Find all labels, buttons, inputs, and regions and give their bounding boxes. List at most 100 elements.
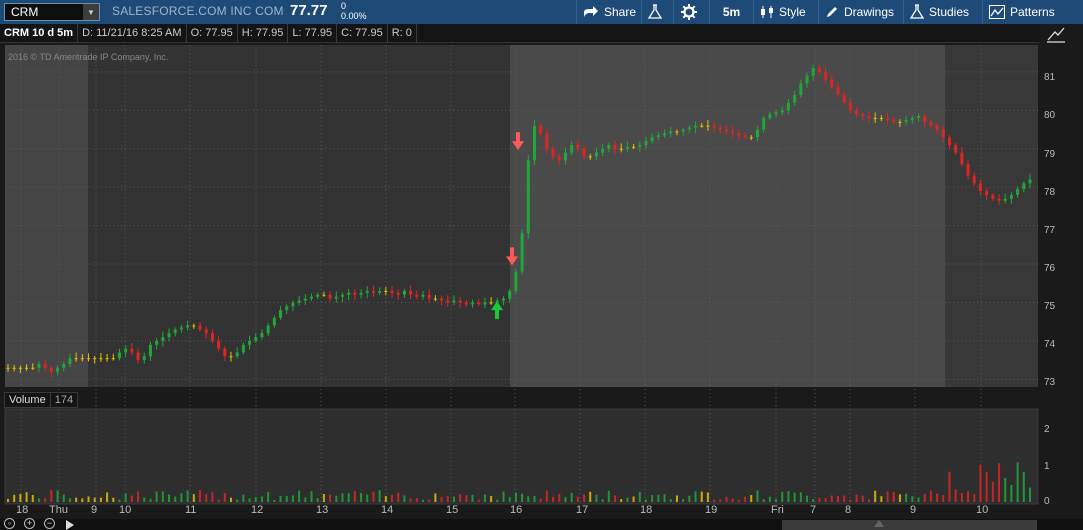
candle	[25, 367, 29, 369]
candle	[774, 112, 778, 115]
volume-bar	[638, 491, 641, 502]
volume-bar	[1010, 484, 1013, 502]
settings-button[interactable]	[673, 0, 709, 24]
volume-pane-bg	[4, 408, 1039, 505]
volume-bar	[360, 492, 363, 502]
volume-bar	[669, 499, 672, 502]
volume-bar	[298, 490, 301, 502]
candle	[669, 131, 673, 134]
zoom-in-icon[interactable]: +	[24, 518, 35, 529]
volume-bar	[527, 496, 530, 502]
zoom-fit-icon[interactable]: ◦	[4, 518, 15, 529]
candle	[824, 71, 828, 80]
time-axis-label: 11	[185, 504, 197, 516]
candle	[136, 352, 140, 361]
volume-axis-label: 0	[1044, 496, 1050, 507]
volume-bar	[737, 499, 740, 502]
zoom-out-icon[interactable]: −	[44, 518, 55, 529]
candle	[1009, 194, 1013, 199]
candle	[6, 367, 10, 369]
chevron-down-icon[interactable]: ▼	[83, 4, 99, 20]
volume-bar	[948, 471, 951, 502]
candle	[427, 294, 431, 299]
candle	[402, 290, 406, 295]
volume-bar	[911, 496, 914, 502]
volume-bar	[706, 492, 709, 502]
volume-bar	[291, 495, 294, 502]
candle	[365, 290, 369, 293]
candle	[384, 290, 388, 292]
price-chart[interactable]	[0, 0, 1083, 530]
volume-bar	[7, 498, 9, 502]
candle	[712, 125, 716, 128]
flask-button[interactable]	[641, 0, 673, 24]
candle	[477, 302, 481, 305]
volume-bar	[446, 496, 449, 502]
share-button[interactable]: Share	[576, 0, 642, 24]
volume-bar	[1029, 487, 1031, 502]
scrollbar-thumb[interactable]	[782, 520, 1037, 530]
candle	[409, 290, 413, 295]
studies-button[interactable]: Studies	[903, 0, 975, 24]
volume-label[interactable]: Volume	[4, 391, 51, 408]
candle	[656, 135, 660, 138]
chart-title[interactable]: CRM 10 d 5m	[0, 23, 79, 43]
price-axis-panel	[1040, 24, 1083, 530]
candle	[718, 127, 722, 130]
interval-button[interactable]: 5m	[709, 0, 753, 24]
candle	[960, 152, 964, 165]
candle	[755, 129, 759, 138]
candle	[12, 367, 16, 369]
volume-bar	[254, 497, 257, 502]
candle	[148, 344, 152, 357]
candle	[879, 118, 883, 120]
candle	[310, 296, 314, 299]
volume-bar	[384, 496, 387, 502]
volume-bar	[874, 490, 877, 502]
style-button[interactable]: Style	[753, 0, 812, 24]
symbol-input[interactable]	[5, 5, 81, 19]
volume-bar	[824, 497, 827, 502]
candle	[1016, 189, 1020, 195]
candle	[687, 127, 691, 130]
volume-bar	[601, 499, 604, 502]
volume-bar	[787, 491, 790, 502]
volume-bar	[843, 495, 846, 502]
candle	[43, 363, 47, 368]
candle	[836, 87, 840, 95]
volume-bar	[632, 496, 635, 502]
candle	[923, 116, 927, 122]
candle	[359, 292, 363, 295]
volume-bar	[620, 499, 623, 502]
bar-range: R: 0	[388, 23, 417, 43]
patterns-button[interactable]: Patterns	[982, 0, 1061, 24]
volume-bar	[508, 497, 511, 502]
drawings-button[interactable]: Drawings	[818, 0, 900, 24]
candle	[935, 125, 939, 130]
candle	[632, 146, 636, 148]
chart-toggle-icon[interactable]	[1045, 26, 1067, 44]
time-axis-label: Thu	[49, 504, 68, 516]
candle	[495, 300, 499, 303]
candle	[793, 94, 797, 103]
session-shade	[510, 45, 945, 387]
volume-bar	[137, 491, 140, 502]
volume-bar	[428, 499, 431, 502]
candle	[217, 340, 221, 349]
volume-bar	[310, 491, 313, 502]
volume-bar	[812, 498, 815, 502]
volume-bar	[471, 494, 474, 502]
candle	[694, 125, 698, 128]
candle	[272, 317, 276, 326]
symbol-selector[interactable]: ▼	[4, 3, 100, 21]
volume-bar	[124, 493, 127, 502]
volume-bar	[663, 494, 666, 502]
candle	[49, 367, 53, 372]
play-icon[interactable]	[66, 520, 74, 530]
volume-bar	[514, 492, 517, 502]
candle	[297, 300, 301, 303]
volume-bar	[192, 494, 195, 502]
volume-bar	[775, 498, 778, 502]
candle	[241, 344, 245, 353]
volume-bar	[954, 489, 957, 502]
